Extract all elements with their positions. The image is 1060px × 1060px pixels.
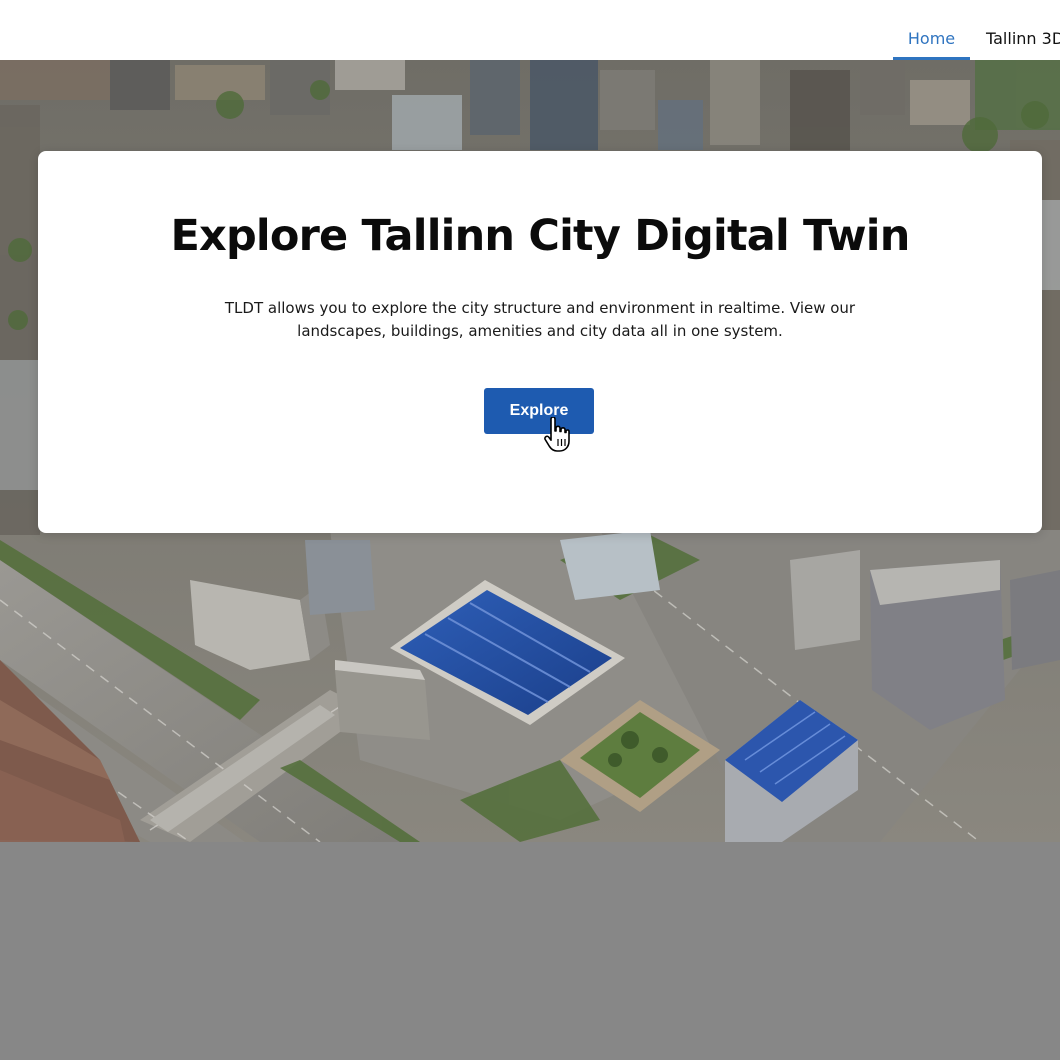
explore-button[interactable]: Explore [484,388,594,434]
top-navbar: Home Tallinn 3D [0,0,1060,60]
hero-description: TLDT allows you to explore the city stru… [224,299,856,340]
main-nav: Home Tallinn 3D [893,0,1060,60]
hero-card: Explore Tallinn City Digital Twin TLDT a… [38,151,1042,533]
hand-pointer-icon [544,417,570,452]
page-title: Explore Tallinn City Digital Twin [170,211,910,261]
bottom-band [0,842,1060,1060]
nav-tallinn-3d-tab[interactable]: Tallinn 3D [970,0,1060,60]
page: Home Tallinn 3D Explore Tallinn City Dig… [0,0,1060,1060]
nav-home-tab[interactable]: Home [893,0,970,60]
